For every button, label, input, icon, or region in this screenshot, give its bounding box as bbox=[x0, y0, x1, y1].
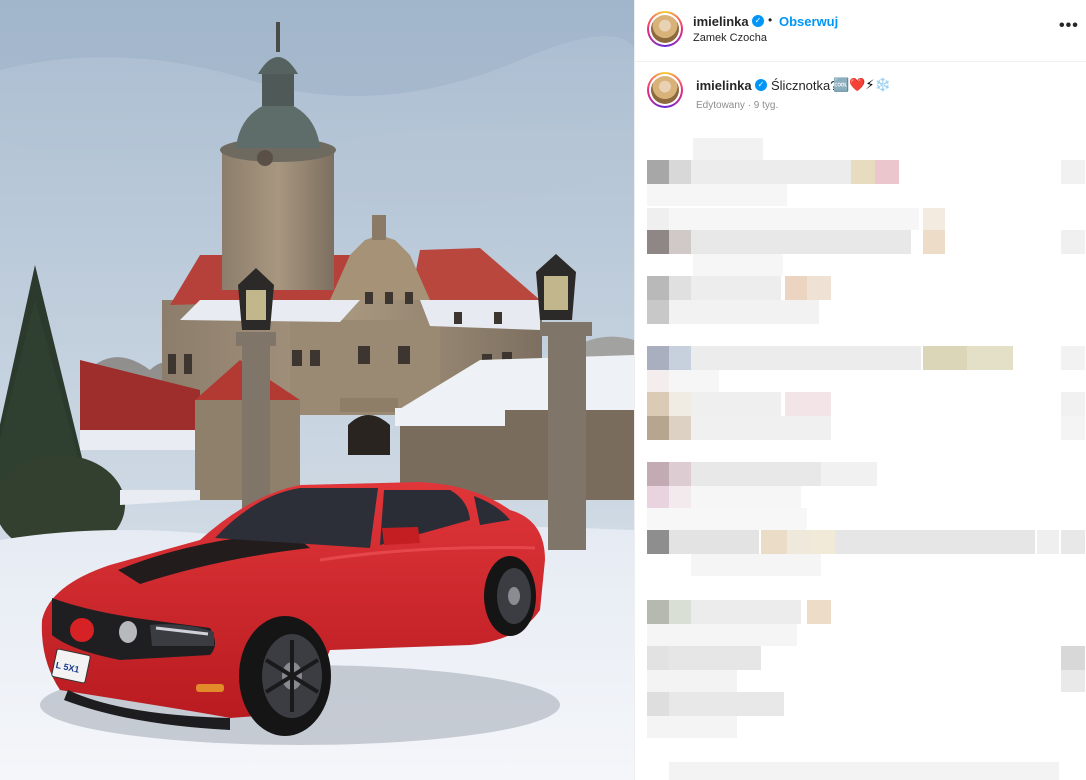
caption-text: Ślicznotka? bbox=[771, 78, 838, 93]
caption-verified-badge-icon: ✓ bbox=[755, 79, 767, 91]
avatar[interactable] bbox=[647, 11, 683, 47]
caption-meta: Edytowany · 9 tyg. bbox=[696, 100, 779, 111]
caption-emojis: 🆒❤️⚡❄️ bbox=[833, 77, 891, 92]
more-options-icon[interactable]: ••• bbox=[1059, 17, 1079, 35]
caption-username[interactable]: imielinka bbox=[696, 78, 752, 93]
follow-button[interactable]: Obserwuj bbox=[779, 14, 838, 29]
post-viewer: L 5X1 imielinka ✓ • Obserwuj Zamek Czoch… bbox=[0, 0, 1086, 780]
separator-dot: • bbox=[768, 13, 773, 27]
caption-avatar[interactable] bbox=[647, 72, 683, 108]
author-username[interactable]: imielinka bbox=[693, 14, 749, 29]
pixelated-comments bbox=[635, 130, 1086, 780]
verified-badge-icon: ✓ bbox=[752, 15, 764, 27]
pixel-mosaic bbox=[647, 138, 1085, 780]
post-photo[interactable]: L 5X1 bbox=[0, 0, 634, 780]
post-header: imielinka ✓ • Obserwuj Zamek Czocha ••• bbox=[635, 0, 1086, 62]
location-link[interactable]: Zamek Czocha bbox=[693, 32, 767, 44]
castle-car-image: L 5X1 bbox=[0, 0, 634, 780]
post-side-panel: imielinka ✓ • Obserwuj Zamek Czocha ••• … bbox=[634, 0, 1086, 780]
